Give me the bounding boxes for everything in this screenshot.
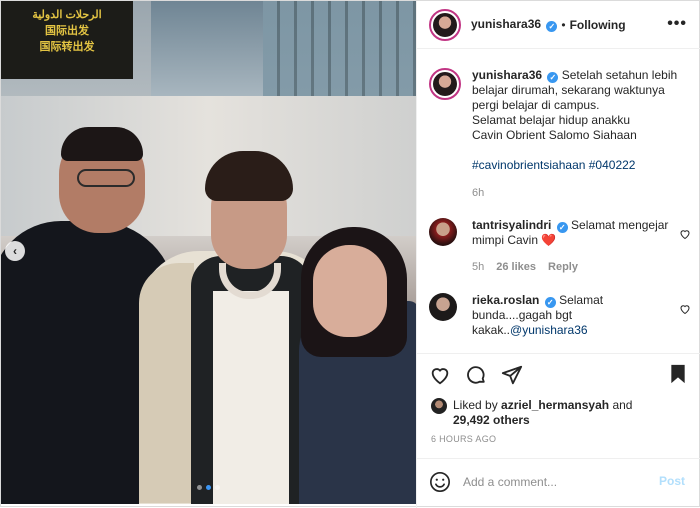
liked-by: Liked by azriel_hermansyah and 29,492 ot… — [431, 398, 632, 428]
sign-line-chinese-2: 国际转出发 — [39, 41, 95, 53]
carousel-dots — [197, 485, 220, 490]
comments-list[interactable]: yunishara36 ✓ Setelah setahun lebih bela… — [417, 56, 700, 356]
liked-by-and: and — [612, 398, 633, 412]
verified-badge-icon: ✓ — [547, 72, 559, 83]
liked-by-prefix: Liked by — [453, 398, 498, 412]
photo-window — [263, 1, 416, 96]
caption-username[interactable]: yunishara36 — [472, 68, 542, 82]
post-frame: الرحلات الدولية 国际出发 国际转出发 ‹ yunishara36… — [0, 0, 700, 508]
verified-badge-icon: ✓ — [556, 222, 568, 233]
carousel-prev-button[interactable]: ‹ — [5, 241, 25, 261]
comment-item: rieka.roslan ✓ Selamat bunda....gagah bg… — [429, 293, 691, 353]
comment-likes[interactable]: 26 likes — [496, 261, 536, 273]
sign-line-arabic: الرحلات الدولية — [32, 9, 102, 21]
author-avatar[interactable] — [429, 8, 461, 41]
like-comment-heart-icon[interactable] — [679, 228, 691, 240]
saved-bookmark-icon[interactable] — [669, 364, 687, 384]
caption: yunishara36 ✓ Setelah setahun lebih bela… — [429, 68, 691, 199]
likes-count[interactable]: 29,492 others — [453, 413, 530, 427]
commenter-avatar[interactable] — [429, 218, 457, 246]
post-timestamp[interactable]: 6 HOURS AGO — [431, 434, 496, 444]
caption-time: 6h — [472, 187, 485, 199]
post-header: yunishara36 ✓ • Following ••• — [417, 1, 700, 49]
post-actions: Liked by azriel_hermansyah and 29,492 ot… — [417, 353, 700, 443]
like-heart-icon[interactable] — [429, 364, 451, 386]
following-button[interactable]: Following — [570, 18, 626, 32]
post-side-panel: yunishara36 ✓ • Following ••• yunishara3… — [416, 1, 700, 508]
man-glasses — [77, 169, 135, 187]
sign-line-chinese-1: 国际出发 — [45, 25, 89, 37]
verified-badge-icon: ✓ — [546, 21, 558, 32]
comment-bubble-icon[interactable] — [465, 364, 487, 386]
liked-by-user[interactable]: azriel_hermansyah — [501, 398, 609, 412]
carousel-dot — [215, 485, 220, 490]
commenter-avatar[interactable] — [429, 293, 457, 321]
woman-face — [313, 245, 387, 337]
add-comment-input[interactable] — [463, 474, 643, 489]
carousel-dot — [197, 485, 202, 490]
man-hair — [61, 127, 143, 161]
emoji-smiley-icon[interactable] — [429, 471, 451, 493]
post-comment-button[interactable]: Post — [659, 474, 685, 488]
comment-time: 5h — [472, 261, 485, 273]
caption-avatar[interactable] — [429, 68, 461, 100]
caption-hashtags[interactable]: #cavinobrientsiahaan #040222 — [472, 158, 680, 173]
reply-button[interactable]: Reply — [548, 261, 578, 273]
header-separator: • — [561, 17, 566, 32]
comment-meta: 5h 26 likes Reply — [472, 261, 578, 273]
share-paper-plane-icon[interactable] — [501, 364, 523, 386]
add-comment-bar: Post — [417, 458, 700, 504]
comment-item: tantrisyalindri ✓ Selamat mengejar mimpi… — [429, 218, 691, 278]
more-options-icon[interactable]: ••• — [667, 15, 687, 33]
caption-line-3: Cavin Obrient Salomo Siahaan — [472, 128, 637, 142]
departure-sign: الرحلات الدولية 国际出发 国际转出发 — [1, 1, 133, 79]
like-comment-heart-icon[interactable] — [679, 303, 691, 315]
comment-text: tantrisyalindri ✓ Selamat mengejar mimpi… — [472, 218, 680, 248]
post-photo[interactable]: الرحلات الدولية 国际出发 国际转出发 ‹ — [1, 1, 416, 504]
comment-text: rieka.roslan ✓ Selamat bunda....gagah bg… — [472, 293, 622, 338]
young-man-jacket-sleeve — [139, 263, 194, 503]
comment-mention[interactable]: @yunishara36 — [510, 323, 588, 337]
caption-line-2: Selamat belajar hidup anakku — [472, 113, 631, 127]
commenter-username[interactable]: rieka.roslan — [472, 293, 539, 307]
carousel-dot-active — [206, 485, 211, 490]
author-username[interactable]: yunishara36 — [471, 17, 541, 31]
young-man-shirt — [213, 291, 289, 504]
caption-text: yunishara36 ✓ Setelah setahun lebih bela… — [472, 68, 680, 173]
commenter-username[interactable]: tantrisyalindri — [472, 218, 551, 232]
verified-badge-icon: ✓ — [544, 297, 556, 308]
red-heart-emoji: ❤️ — [541, 233, 557, 247]
liker-avatar[interactable] — [431, 398, 447, 414]
